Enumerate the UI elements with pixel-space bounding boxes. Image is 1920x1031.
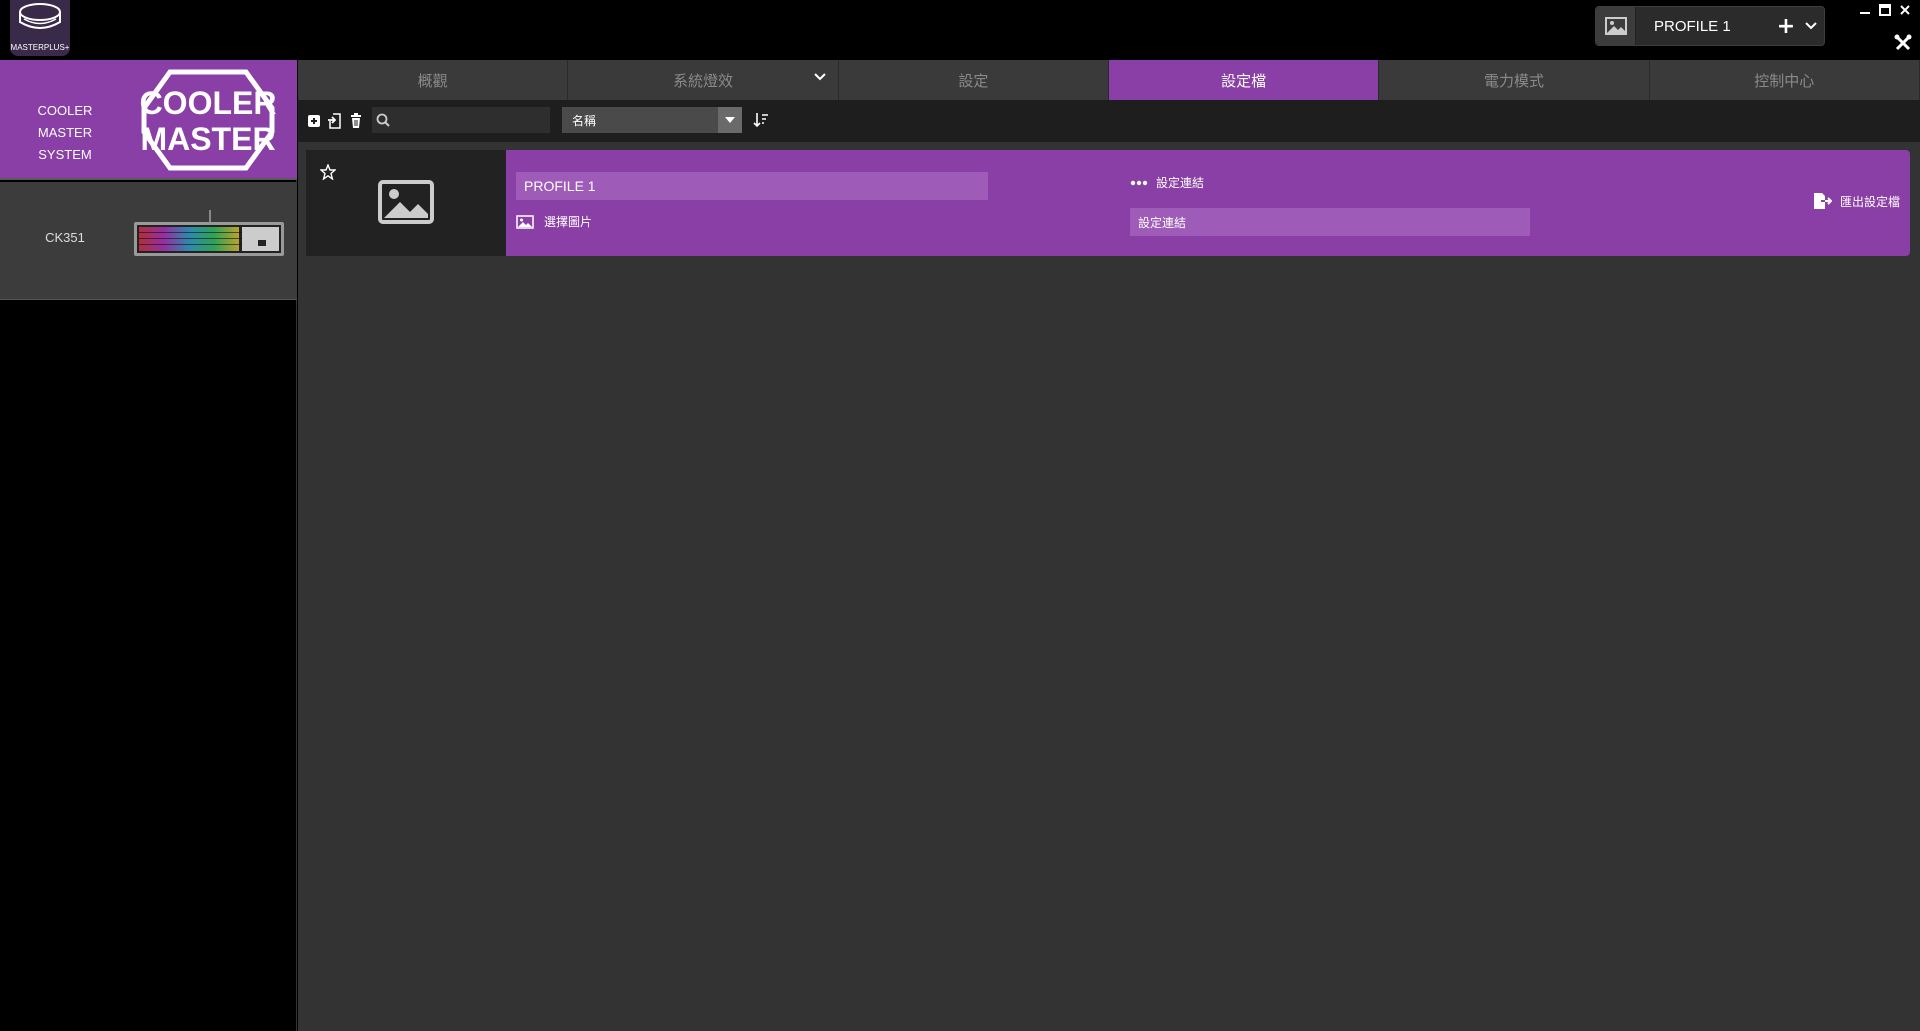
export-profile-label: 匯出設定檔 <box>1839 194 1900 209</box>
device-card-cooler-master-system[interactable]: COOLER MASTER SYSTEM COOLER MASTER <box>0 60 297 180</box>
keyboard-image <box>134 210 284 256</box>
search-input[interactable] <box>392 108 532 132</box>
current-profile-name[interactable]: PROFILE 1 <box>1636 18 1774 35</box>
chevron-down-icon[interactable] <box>813 73 826 81</box>
export-icon <box>1813 193 1832 209</box>
sort-by-value: 名稱 <box>572 113 597 128</box>
masterplus-logo-icon <box>19 3 61 29</box>
sort-order-icon[interactable] <box>753 112 769 128</box>
profile-selector[interactable]: PROFILE 1 + <box>1595 6 1825 46</box>
dropdown-arrow-icon[interactable] <box>718 107 742 133</box>
search-icon <box>376 113 390 127</box>
device-sidebar: COOLER MASTER SYSTEM COOLER MASTER CK351 <box>0 60 297 1031</box>
device-card-ck351[interactable]: CK351 <box>0 182 297 300</box>
device-label-line2: SYSTEM <box>38 147 92 162</box>
choose-image-button[interactable]: 選擇圖片 <box>516 213 592 230</box>
tab-bar: 概觀 系統燈效 設定 設定檔 電力模式 控制中心 <box>298 60 1920 100</box>
profile-toolbar: 名稱 <box>298 100 1920 142</box>
profile-thumbnail[interactable] <box>306 150 506 256</box>
link-settings-button[interactable]: 設定連結 <box>1130 174 1204 191</box>
chevron-down-icon[interactable] <box>1798 7 1824 45</box>
device-label: CK351 <box>45 230 85 245</box>
device-label: COOLER MASTER SYSTEM <box>10 100 120 166</box>
image-placeholder-icon <box>378 180 434 224</box>
profile-image-icon[interactable] <box>1596 7 1636 45</box>
tools-icon[interactable] <box>1894 34 1912 52</box>
tab-control-center[interactable]: 控制中心 <box>1650 60 1920 100</box>
export-profile-button[interactable]: 匯出設定檔 <box>1812 192 1900 210</box>
tab-power-mode[interactable]: 電力模式 <box>1379 60 1650 100</box>
search-box[interactable] <box>372 107 550 133</box>
link-field[interactable]: 設定連結 <box>1130 208 1530 236</box>
profile-name-field[interactable]: PROFILE 1 <box>516 172 988 200</box>
sort-by-select[interactable]: 名稱 <box>562 107 742 133</box>
cooler-master-logo: COOLER MASTER <box>140 69 276 171</box>
tab-profiles[interactable]: 設定檔 <box>1108 60 1380 100</box>
tab-settings[interactable]: 設定 <box>839 60 1109 100</box>
add-profile-icon[interactable] <box>306 113 322 129</box>
profile-list-item[interactable]: PROFILE 1 選擇圖片 設定連結 設定連結 匯出設定檔 <box>306 150 1910 256</box>
main-panel: 概觀 系統燈效 設定 設定檔 電力模式 控制中心 名稱 PROFILE 1 選擇… <box>298 60 1920 1031</box>
tab-system-lighting[interactable]: 系統燈效 <box>568 60 839 100</box>
import-profile-icon[interactable] <box>327 113 343 129</box>
device-label-line1: COOLER MASTER <box>37 103 93 140</box>
cm-logo-line1: COOLER <box>140 85 276 121</box>
maximize-icon[interactable] <box>1878 3 1892 17</box>
masterplus-logo: MASTERPLUS+ <box>10 0 70 56</box>
window-controls <box>1852 0 1912 20</box>
more-dots-icon <box>1130 180 1148 185</box>
link-settings-label: 設定連結 <box>1156 176 1205 190</box>
image-icon <box>516 214 534 229</box>
cm-logo-line2: MASTER <box>140 121 275 157</box>
choose-image-label: 選擇圖片 <box>544 215 593 229</box>
star-icon[interactable] <box>320 164 336 180</box>
title-bar: MASTERPLUS+ PROFILE 1 + <box>0 0 1920 60</box>
tab-overview[interactable]: 概觀 <box>298 60 569 100</box>
tab-label: 系統燈效 <box>672 71 733 90</box>
logo-text: MASTERPLUS+ <box>10 43 70 52</box>
delete-icon[interactable] <box>348 113 364 129</box>
close-icon[interactable] <box>1898 3 1912 17</box>
minimize-icon[interactable] <box>1858 3 1872 17</box>
add-profile-icon[interactable]: + <box>1774 7 1798 45</box>
